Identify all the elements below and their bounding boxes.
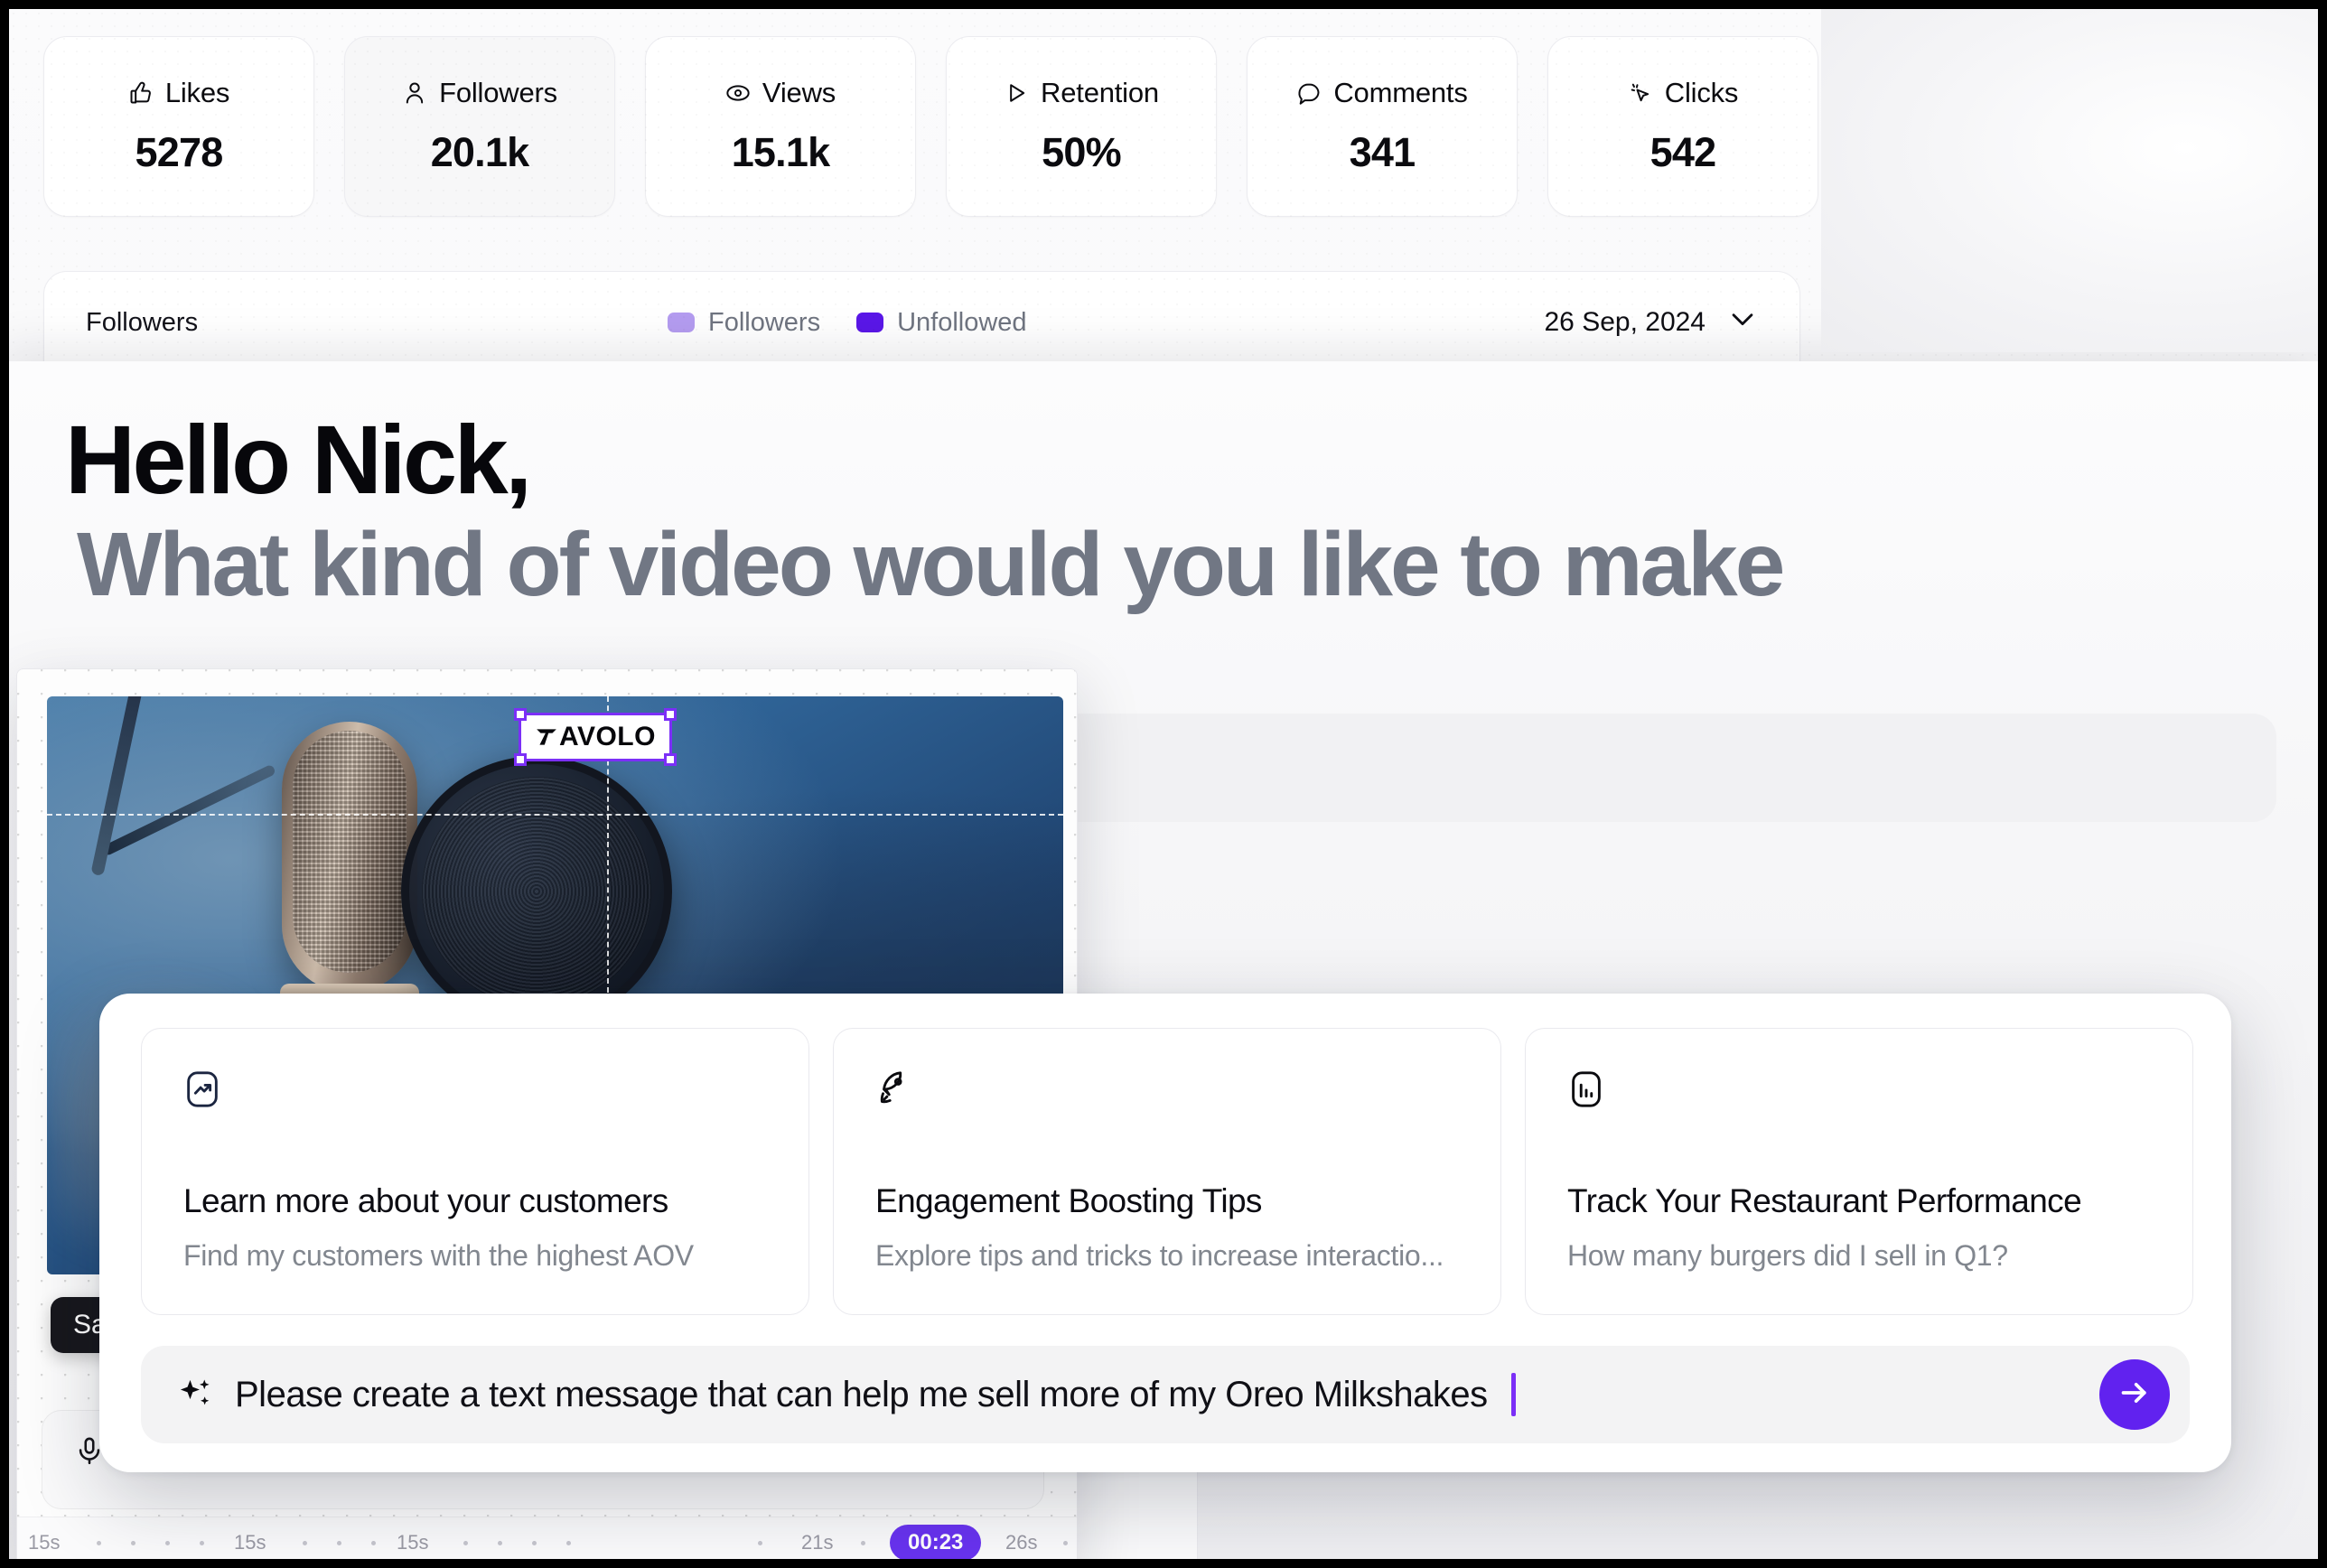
stat-label: Comments [1333,77,1467,109]
suggestion-title: Learn more about your customers [183,1182,668,1220]
brand-logo: AVOLO [535,722,656,752]
suggestion-title: Track Your Restaurant Performance [1567,1182,2081,1220]
timeline-tick-dot [532,1541,537,1545]
timeline-tick-dot [371,1541,376,1545]
legend-swatch [856,313,883,332]
stat-header: Comments [1296,77,1467,109]
stat-card-comments[interactable]: Comments 341 [1247,36,1518,217]
chevron-down-icon [1727,303,1758,341]
suggestion-subtitle: Find my customers with the highest AOV [183,1239,694,1273]
horizontal-guide-line [47,814,1063,816]
stat-card-views[interactable]: Views 15.1k [645,36,916,217]
assistant-prompt-input[interactable]: Please create a text message that can he… [141,1346,2190,1443]
timeline-tick-dot [200,1541,204,1545]
suggestion-card-list: Learn more about your customers Find my … [141,1028,2193,1315]
tavolo-mark-icon [535,725,558,749]
stat-header: Retention [1004,77,1159,109]
stat-label: Followers [439,77,557,109]
suggestion-subtitle: Explore tips and tricks to increase inte… [875,1239,1444,1273]
eye-icon [725,80,751,106]
suggestion-card-customers[interactable]: Learn more about your customers Find my … [141,1028,809,1315]
timeline-tick: 15s [397,1531,428,1554]
microphone-body-shape [282,722,417,993]
timeline-tick-dot [861,1541,865,1545]
stat-label: Retention [1041,77,1159,109]
assistant-prompt-value: Please create a text message that can he… [235,1375,1488,1415]
current-time-indicator[interactable]: 00:23 [890,1525,981,1561]
timeline-ruler[interactable]: 15s 15s 15s 21s 00:23 26s [17,1517,1077,1567]
play-icon [1004,80,1029,106]
legend-label: Followers [708,308,820,338]
page-title: Hello Nick, [65,411,529,509]
ai-assistant-modal: Learn more about your customers Find my … [99,994,2231,1472]
timeline-tick-dot [566,1541,571,1545]
stat-value: 341 [1350,129,1416,176]
resize-handle-top-right[interactable] [664,708,677,721]
stat-header: Clicks [1628,77,1738,109]
timeline-tick: 15s [28,1531,60,1554]
stat-header: Views [725,77,836,109]
date-range-value: 26 Sep, 2024 [1545,307,1706,338]
timeline-tick-dot [131,1541,136,1545]
stat-label: Likes [165,77,229,109]
timeline-tick-dot [463,1541,468,1545]
stat-header: Likes [128,77,229,109]
rocket-icon [874,1069,915,1115]
arrow-right-icon [2117,1375,2153,1415]
suggestion-subtitle: How many burgers did I sell in Q1? [1567,1239,2008,1273]
stat-card-followers[interactable]: Followers 20.1k [344,36,615,217]
legend-swatch [668,313,695,332]
stat-card-clicks[interactable]: Clicks 542 [1547,36,1818,217]
stat-label: Clicks [1665,77,1738,109]
page-subtitle: What kind of video would you like to mak… [77,519,1782,610]
brand-logo-text: AVOLO [559,722,656,752]
suggestion-title: Engagement Boosting Tips [875,1182,1262,1220]
thumbs-up-icon [128,80,154,106]
timeline-tick-dot [337,1541,341,1545]
chart-legend: Followers Unfollowed [668,272,1027,373]
timeline-tick-dot [97,1541,101,1545]
resize-handle-bottom-right[interactable] [664,753,677,766]
date-range-dropdown[interactable]: 26 Sep, 2024 [1545,272,1759,373]
stat-label: Views [762,77,836,109]
chart-title: Followers [86,308,198,338]
timeline-tick-dot [303,1541,307,1545]
timeline-tick-dot [498,1541,502,1545]
cursor-click-icon [1628,80,1653,106]
pop-filter-shape [401,756,672,1027]
timeline-tick-dot [1063,1541,1068,1545]
timeline-tick: 21s [801,1531,833,1554]
stat-value: 15.1k [732,129,830,176]
microphone-grille-shape [293,731,407,973]
stat-card-likes[interactable]: Likes 5278 [43,36,314,217]
comment-icon [1296,80,1322,106]
stat-value: 5278 [136,129,223,176]
stat-header: Followers [402,77,557,109]
send-button[interactable] [2099,1359,2170,1430]
suggestion-card-performance[interactable]: Track Your Restaurant Performance How ma… [1525,1028,2193,1315]
legend-label: Unfollowed [897,308,1026,338]
legend-item-unfollowed[interactable]: Unfollowed [856,308,1026,338]
stat-value: 50% [1042,129,1121,176]
stat-value: 542 [1650,129,1716,176]
resize-handle-bottom-left[interactable] [514,753,527,766]
legend-item-followers[interactable]: Followers [668,308,820,338]
user-icon [402,80,427,106]
logo-overlay-selection[interactable]: AVOLO [519,713,672,761]
timeline-tick-dot [758,1541,762,1545]
boom-arm-shape [101,764,276,857]
bar-chart-icon [1565,1069,1607,1115]
suggestion-card-engagement[interactable]: Engagement Boosting Tips Explore tips an… [833,1028,1501,1315]
timeline-tick: 15s [234,1531,266,1554]
sparkles-icon [175,1375,215,1414]
resize-handle-top-left[interactable] [514,708,527,721]
timeline-tick-dot [165,1541,170,1545]
stat-value: 20.1k [431,129,529,176]
trending-up-icon [182,1069,223,1115]
screen-highlight [1821,0,2327,352]
timeline-tick: 26s [1005,1531,1037,1554]
stat-card-retention[interactable]: Retention 50% [946,36,1217,217]
stats-row: Likes 5278 Followers 20.1k V [43,36,1818,217]
text-caret [1511,1373,1516,1416]
